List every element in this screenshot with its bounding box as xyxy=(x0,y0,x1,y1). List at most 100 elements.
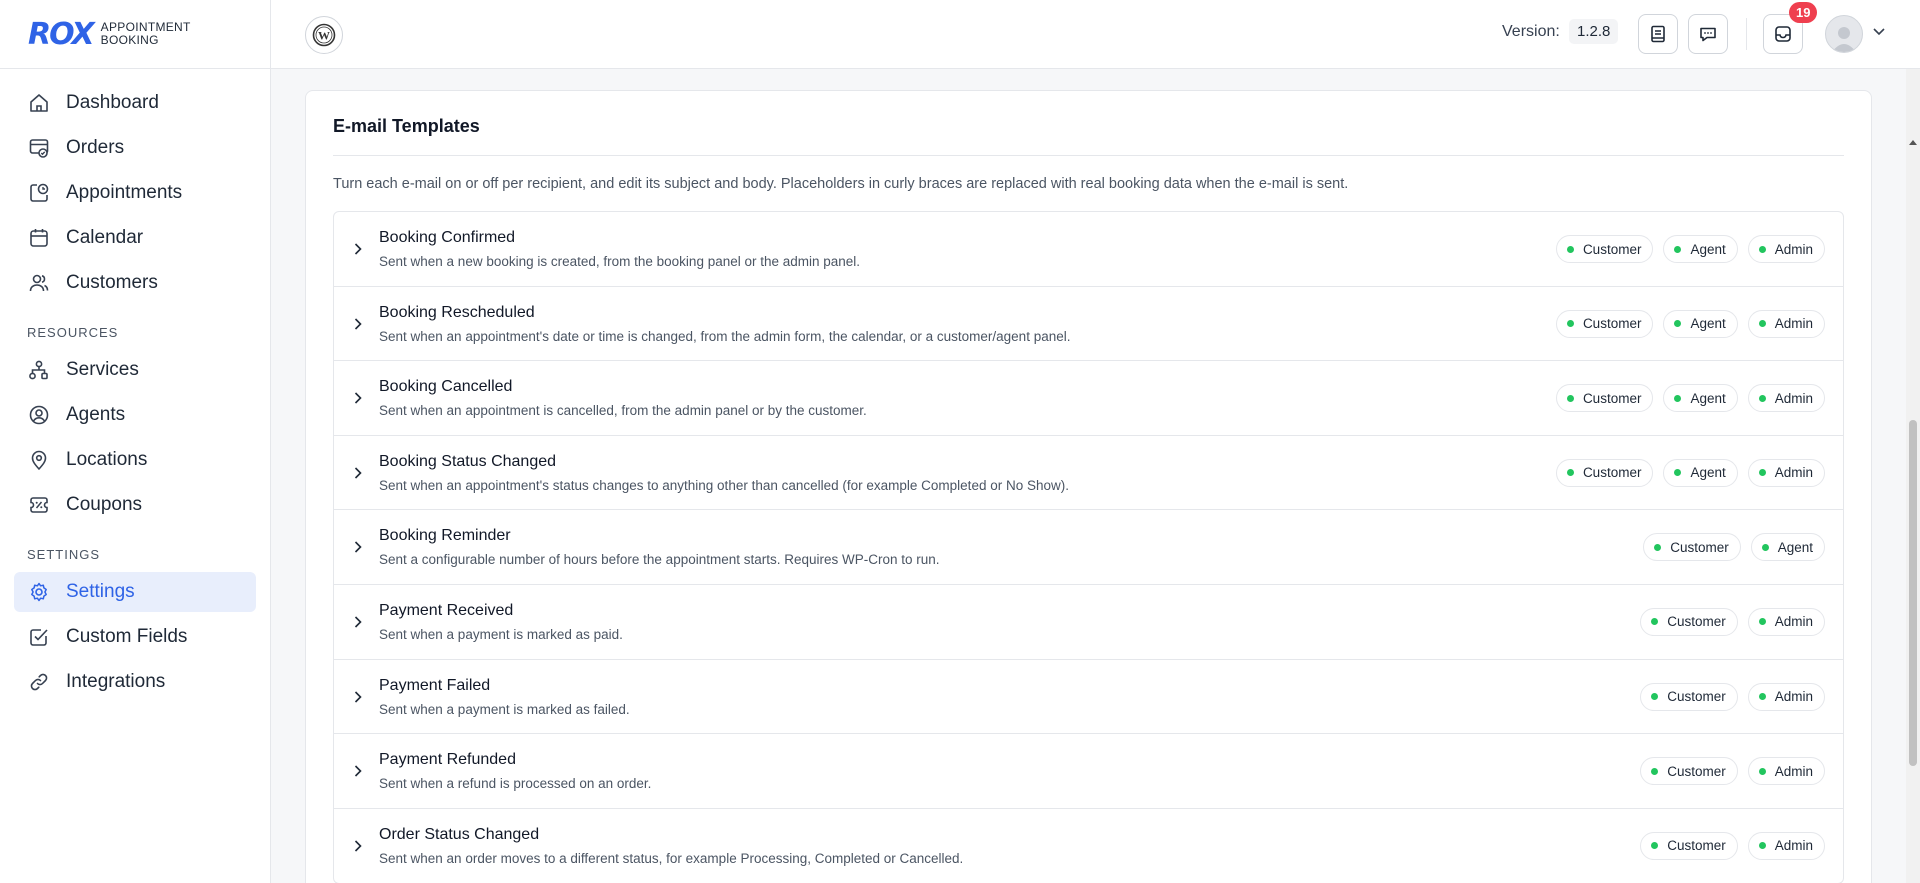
chevron-right-icon[interactable] xyxy=(352,615,364,629)
template-name: Booking Rescheduled xyxy=(379,303,535,321)
status-dot xyxy=(1651,842,1659,850)
recipient-toggle-admin[interactable]: Admin xyxy=(1747,235,1825,263)
recipient-label: Admin xyxy=(1774,390,1813,406)
services-icon xyxy=(29,360,48,380)
template-row-booking-reminder[interactable]: Booking Reminder Sent a configurable numb… xyxy=(334,510,1843,585)
recipient-toggle-customer[interactable]: Customer xyxy=(1555,458,1654,487)
recipient-toggle-agent[interactable]: Agent xyxy=(1663,309,1738,338)
status-dot xyxy=(1674,469,1682,477)
agent-icon xyxy=(29,405,49,425)
template-row-payment-failed[interactable]: Payment Failed Sent when a payment is mar… xyxy=(334,660,1843,735)
template-description: Sent when a new booking is created, from… xyxy=(379,254,861,269)
recipient-toggle-admin[interactable]: Admin xyxy=(1747,384,1825,413)
recipient-label: Agent xyxy=(1690,465,1726,481)
template-name: Order Status Changed xyxy=(379,825,540,843)
recipient-toggle-agent[interactable]: Agent xyxy=(1663,235,1738,263)
chevron-right-icon[interactable] xyxy=(352,690,364,704)
topbar-divider xyxy=(1746,18,1747,50)
template-row-booking-cancelled[interactable]: Booking Cancelled Sent when an appointmen… xyxy=(334,361,1843,436)
sidebar-item-orders[interactable]: Orders xyxy=(14,128,256,168)
template-row-payment-refunded[interactable]: Payment Refunded Sent when a refund is pr… xyxy=(334,734,1843,809)
recipient-toggle-customer[interactable]: Customer xyxy=(1643,533,1741,562)
status-dot xyxy=(1758,320,1766,328)
recipient-toggle-agent[interactable]: Agent xyxy=(1663,384,1738,413)
chevron-right-icon[interactable] xyxy=(352,839,364,853)
sidebar-item-agents[interactable]: Agents xyxy=(14,395,256,435)
sidebar-item-label: Settings xyxy=(66,581,135,602)
calendar-icon xyxy=(30,229,48,247)
recipient-toggle-admin[interactable]: Admin xyxy=(1747,309,1825,338)
template-description: Sent a configurable number of hours befo… xyxy=(379,552,940,568)
recipient-label: Customer xyxy=(1670,539,1729,555)
template-description: Sent when a payment is marked as paid. xyxy=(379,626,623,642)
sidebar-nav: Dashboard Orders Appointments Calendar Custo… xyxy=(0,69,270,702)
sidebar-item-label: Appointments xyxy=(66,182,183,203)
sidebar-item-settings[interactable]: Settings xyxy=(14,572,256,612)
template-name: Booking Cancelled xyxy=(379,378,513,396)
sidebar-item-services[interactable]: Services xyxy=(14,350,256,390)
coupon-icon xyxy=(30,497,48,513)
template-name: Payment Failed xyxy=(379,676,491,694)
template-row-booking-confirmed[interactable]: Booking Confirmed Sent when a new booking… xyxy=(334,212,1843,287)
recipient-toggle-agent[interactable]: Agent xyxy=(1750,533,1825,562)
recipient-toggle-customer[interactable]: Customer xyxy=(1640,607,1738,636)
recipient-toggle-admin[interactable]: Admin xyxy=(1747,831,1825,860)
status-dot xyxy=(1674,394,1682,402)
template-row-booking-status-changed[interactable]: Booking Status Changed Sent when an appoi… xyxy=(334,436,1843,511)
sidebar-item-customers[interactable]: Customers xyxy=(14,263,256,303)
template-row-booking-rescheduled[interactable]: Booking Rescheduled Sent when an appointm… xyxy=(334,287,1843,362)
feedback-button[interactable] xyxy=(1688,14,1728,54)
recipient-toggle-customer[interactable]: Customer xyxy=(1555,384,1654,413)
status-dot xyxy=(1758,245,1766,253)
chevron-right-icon[interactable] xyxy=(352,317,364,331)
recipient-chips: Customer Agent Admin xyxy=(1555,458,1825,487)
status-dot xyxy=(1566,320,1574,328)
template-row-order-status-changed[interactable]: Order Status Changed Sent when an order m… xyxy=(334,809,1843,883)
card-title: E-mail Templates xyxy=(333,116,480,136)
docs-button[interactable] xyxy=(1638,14,1678,54)
location-pin-icon xyxy=(31,450,47,470)
chevron-right-icon[interactable] xyxy=(352,764,364,778)
brand-logo[interactable]: ROX APPOINTMENT BOOKING xyxy=(0,0,270,69)
sidebar-item-calendar[interactable]: Calendar xyxy=(14,218,256,258)
sidebar-item-dashboard[interactable]: Dashboard xyxy=(14,83,256,123)
recipient-toggle-agent[interactable]: Agent xyxy=(1663,458,1738,487)
recipient-toggle-admin[interactable]: Admin xyxy=(1747,682,1825,711)
chevron-down-icon[interactable] xyxy=(1872,24,1886,38)
sidebar-item-integrations[interactable]: Integrations xyxy=(14,662,256,702)
chevron-right-icon[interactable] xyxy=(352,540,364,554)
recipient-label: Admin xyxy=(1774,316,1813,332)
sidebar-item-label: Agents xyxy=(66,404,126,425)
recipient-toggle-customer[interactable]: Customer xyxy=(1640,831,1738,860)
wordpress-button[interactable]: W xyxy=(305,16,343,54)
template-description: Sent when an order moves to a different … xyxy=(379,850,964,866)
recipient-toggle-customer[interactable]: Customer xyxy=(1640,682,1738,711)
sidebar-item-coupons[interactable]: Coupons xyxy=(14,485,256,525)
sidebar-item-label: Locations xyxy=(66,449,148,470)
template-row-payment-received[interactable]: Payment Received Sent when a payment is m… xyxy=(334,585,1843,660)
chevron-right-icon[interactable] xyxy=(352,391,364,405)
avatar[interactable] xyxy=(1825,15,1863,53)
nav-section-resources: RESOURCES xyxy=(27,325,119,340)
sidebar-item-label: Services xyxy=(66,359,139,380)
recipient-toggle-admin[interactable]: Admin xyxy=(1747,458,1825,487)
sidebar-item-locations[interactable]: Locations xyxy=(14,440,256,480)
recipient-label: Admin xyxy=(1774,838,1813,854)
recipient-toggle-customer[interactable]: Customer xyxy=(1555,309,1654,338)
chevron-right-icon[interactable] xyxy=(352,242,364,256)
recipient-toggle-customer[interactable]: Customer xyxy=(1555,235,1654,263)
recipient-label: Agent xyxy=(1690,390,1726,406)
recipient-toggle-admin[interactable]: Admin xyxy=(1747,607,1825,636)
recipient-toggle-customer[interactable]: Customer xyxy=(1640,757,1738,786)
recipient-toggle-admin[interactable]: Admin xyxy=(1747,757,1825,786)
recipient-chips: Customer Admin xyxy=(1640,831,1825,860)
scroll-up-arrow[interactable] xyxy=(1909,140,1917,145)
sidebar-item-custom-fields[interactable]: Custom Fields xyxy=(14,617,256,657)
recipient-chips: Customer Agent Admin xyxy=(1555,235,1825,263)
recipient-label: Admin xyxy=(1774,465,1813,481)
scrollbar-thumb[interactable] xyxy=(1909,420,1917,766)
recipient-label: Customer xyxy=(1582,390,1642,406)
sidebar-item-appointments[interactable]: Appointments xyxy=(14,173,256,213)
sidebar-item-label: Integrations xyxy=(66,671,166,692)
chevron-right-icon[interactable] xyxy=(352,466,364,480)
